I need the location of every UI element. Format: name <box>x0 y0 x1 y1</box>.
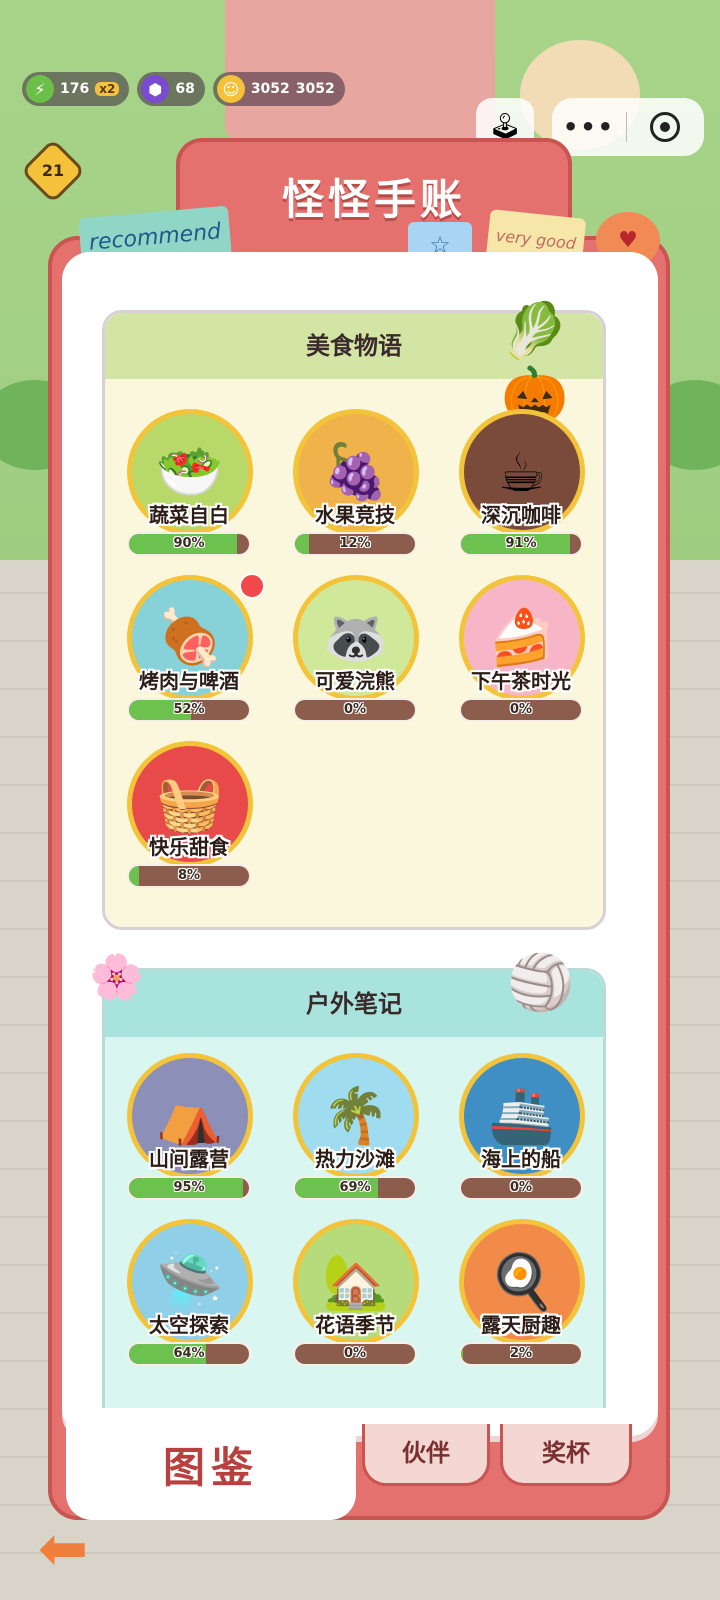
shop-building <box>225 0 495 140</box>
progress-bar: 2% <box>461 1344 581 1364</box>
back-arrow-icon[interactable]: ⬅ <box>26 1518 100 1580</box>
miniprogram-capsule: ••• <box>552 98 704 156</box>
collection-item[interactable]: 🦝 可爱浣熊 0% <box>287 575 423 725</box>
coin-counter[interactable]: ☺ 3052 3052 <box>212 72 345 106</box>
collection-item[interactable]: 🚢 海上的船 0% <box>453 1053 589 1203</box>
item-label: 烤肉与啤酒 <box>139 669 239 693</box>
item-label: 山间露营 <box>149 1147 229 1171</box>
resource-bar: ⚡ 176 x2 ⬢ 68 ☺ 3052 3052 <box>22 72 345 106</box>
progress-bar: 95% <box>129 1178 249 1198</box>
collection-item[interactable]: ☕ 深沉咖啡 91% <box>453 409 589 559</box>
target-icon <box>650 112 680 142</box>
beach-ball-decoration-icon: 🏐 <box>507 951 575 1014</box>
collection-item[interactable]: 🍖 烤肉与啤酒 52% <box>121 573 265 725</box>
gem-value: 68 <box>175 81 195 97</box>
item-label: 可爱浣熊 <box>315 669 395 693</box>
more-icon[interactable]: ••• <box>552 113 626 141</box>
item-label: 下午茶时光 <box>471 669 571 693</box>
progress-text: 0% <box>509 702 533 717</box>
progress-text: 8% <box>177 868 201 883</box>
item-label: 露天厨趣 <box>481 1313 561 1337</box>
tab-collection[interactable]: 图鉴 <box>66 1420 356 1520</box>
progress-bar: 91% <box>461 534 581 554</box>
progress-bar: 64% <box>129 1344 249 1364</box>
progress-bar: 12% <box>295 534 415 554</box>
collection-item[interactable]: 🍇 水果竞技 12% <box>287 409 423 559</box>
progress-text: 0% <box>509 1180 533 1195</box>
lightning-icon: ⚡ <box>26 75 54 103</box>
item-label: 太空探索 <box>149 1313 229 1337</box>
vegetable-decoration-icon: 🥬🎃 <box>501 299 569 426</box>
item-label: 深沉咖啡 <box>481 503 561 527</box>
tab-partner[interactable]: 伙伴 <box>362 1424 490 1486</box>
progress-bar: 8% <box>129 866 249 886</box>
progress-text: 64% <box>173 1346 205 1361</box>
item-label: 热力沙滩 <box>315 1147 395 1171</box>
multiplier-badge: x2 <box>95 82 120 96</box>
progress-bar: 0% <box>295 1344 415 1364</box>
collection-item[interactable]: 🥗 蔬菜自白 90% <box>121 409 257 559</box>
energy-counter[interactable]: ⚡ 176 x2 <box>22 72 130 106</box>
progress-bar: 90% <box>129 534 249 554</box>
notification-dot <box>239 573 265 599</box>
collection-item[interactable]: 🍰 下午茶时光 0% <box>453 575 589 725</box>
progress-text: 2% <box>509 1346 533 1361</box>
collection-item[interactable]: 🛸 太空探索 64% <box>121 1219 257 1369</box>
collection-item[interactable]: ⛺ 山间露营 95% <box>121 1053 257 1203</box>
energy-value: 176 <box>60 81 90 97</box>
progress-text: 12% <box>339 536 371 551</box>
progress-bar: 52% <box>129 700 249 720</box>
collection-item[interactable]: 🧺 快乐甜食 8% <box>121 741 257 891</box>
item-label: 海上的船 <box>481 1147 561 1171</box>
item-label: 水果竞技 <box>315 503 395 527</box>
gem-counter[interactable]: ⬢ 68 <box>137 72 205 106</box>
progress-text: 91% <box>505 536 537 551</box>
level-value: 21 <box>41 161 65 180</box>
coin-value-secondary: 3052 <box>295 81 335 97</box>
food-section: 美食物语 🥬🎃 🥗 蔬菜自白 90% 🍇 水果竞技 12% ☕ 深沉咖啡 91% 🍖 烤肉与啤酒 52… <box>102 299 606 930</box>
progress-text: 52% <box>173 702 205 717</box>
flower-decoration-icon: 🌸 <box>89 952 144 1003</box>
outdoor-section: 户外笔记 🏐 🌸 ⛺ 山间露营 95% 🌴 热力沙滩 69% 🚢 海上的船 0% 🛸 太空探索 64%… <box>89 951 606 1408</box>
gem-icon: ⬢ <box>141 75 170 103</box>
progress-text: 90% <box>173 536 205 551</box>
item-label: 蔬菜自白 <box>149 503 229 527</box>
collection-item[interactable]: 🌴 热力沙滩 69% <box>287 1053 423 1203</box>
item-label: 花语季节 <box>315 1313 395 1337</box>
progress-text: 69% <box>339 1180 371 1195</box>
progress-text: 0% <box>343 1346 367 1361</box>
close-miniprogram-button[interactable] <box>627 112 703 142</box>
tab-trophy[interactable]: 奖杯 <box>500 1424 632 1486</box>
progress-text: 0% <box>343 702 367 717</box>
coin-value: 3052 <box>250 81 290 97</box>
coin-icon: ☺ <box>216 75 245 103</box>
collection-item[interactable]: 🏡 花语季节 0% <box>287 1219 423 1369</box>
progress-bar: 0% <box>461 700 581 720</box>
progress-bar: 0% <box>295 700 415 720</box>
collection-item[interactable]: 🍳 露天厨趣 2% <box>453 1219 589 1369</box>
progress-bar: 69% <box>295 1178 415 1198</box>
progress-bar: 0% <box>461 1178 581 1198</box>
progress-text: 95% <box>173 1180 205 1195</box>
item-label: 快乐甜食 <box>149 835 229 859</box>
